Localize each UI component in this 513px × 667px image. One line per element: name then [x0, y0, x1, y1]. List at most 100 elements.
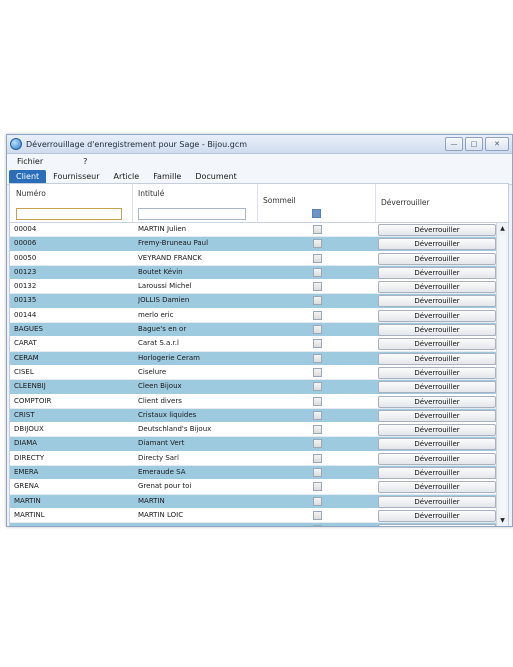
table-row[interactable]: MARTINL MARTIN LOIC Déverrouiller	[10, 508, 496, 524]
scroll-down-icon[interactable]: ▼	[498, 516, 507, 525]
sommeil-checkbox[interactable]	[313, 225, 322, 234]
row-numero: CISEL	[14, 367, 34, 376]
maximize-button[interactable]: □	[465, 137, 483, 151]
deverrouiller-button[interactable]: Déverrouiller	[378, 467, 496, 480]
menu-fichier[interactable]: Fichier	[17, 157, 43, 166]
deverrouiller-button[interactable]: Déverrouiller	[378, 452, 496, 465]
deverrouiller-button[interactable]: Déverrouiller	[378, 409, 496, 422]
table-row[interactable]: 00006 Fremy-Bruneau Paul Déverrouiller	[10, 237, 496, 252]
tab-famille[interactable]: Famille	[146, 170, 188, 184]
deverrouiller-button[interactable]: Déverrouiller	[378, 295, 496, 308]
header-intitule: Intitulé	[132, 184, 258, 222]
table-row[interactable]: CERAM Horlogerie Ceram Déverrouiller	[10, 351, 496, 366]
deverrouiller-button[interactable]: Déverrouiller	[378, 509, 496, 522]
deverrouiller-button[interactable]: Déverrouiller	[378, 352, 496, 365]
table-row[interactable]: CRIST Cristaux liquides Déverrouiller	[10, 408, 496, 424]
row-intitule: Laroussi Michel	[138, 282, 192, 291]
row-intitule: Emeraude SA	[138, 468, 186, 477]
sommeil-checkbox[interactable]	[313, 410, 322, 420]
sommeil-checkbox[interactable]	[313, 396, 322, 406]
deverrouiller-button[interactable]: Déverrouiller	[378, 281, 496, 294]
row-numero: MARTIN	[14, 496, 41, 505]
scroll-up-icon[interactable]: ▲	[498, 224, 507, 233]
deverrouiller-button[interactable]: Déverrouiller	[378, 366, 496, 379]
window-title: Déverrouillage d'enregistrement pour Sag…	[26, 139, 248, 149]
sommeil-checkbox[interactable]	[313, 496, 322, 506]
sommeil-checkbox[interactable]	[313, 353, 322, 363]
sommeil-checkbox[interactable]	[313, 382, 322, 392]
table-row[interactable]: CARAT Carat S.a.r.l Déverrouiller	[10, 337, 496, 352]
table-row[interactable]: DBIJOUX Deutschland's Bijoux Déverrouiller	[10, 423, 496, 438]
vertical-scrollbar[interactable]: ▲ ▼	[496, 223, 508, 526]
table-row[interactable]: BAGUES Bague's en or Déverrouiller	[10, 323, 496, 338]
row-numero: BAGUES	[14, 325, 43, 334]
numero-filter-input[interactable]	[16, 208, 122, 220]
deverrouiller-button[interactable]: Déverrouiller	[378, 395, 496, 408]
sommeil-checkbox[interactable]	[313, 425, 322, 435]
sommeil-checkbox[interactable]	[313, 253, 322, 263]
table-row[interactable]: 00050 VEYRAND FRANCK Déverrouiller	[10, 251, 496, 266]
sommeil-checkbox[interactable]	[313, 482, 322, 492]
sommeil-checkbox[interactable]	[313, 468, 322, 478]
table-row[interactable]: 00135 JOLLIS Damien Déverrouiller	[10, 294, 496, 309]
tab-article[interactable]: Article	[107, 170, 147, 184]
table-row[interactable]: DIRECTY Directy Sarl Déverrouiller	[10, 451, 496, 467]
table-row[interactable]: 00123 Boutet Kévin Déverrouiller	[10, 265, 496, 281]
sommeil-checkbox[interactable]	[313, 439, 322, 449]
sommeil-checkbox[interactable]	[313, 239, 322, 249]
table-row[interactable]: 00132 Laroussi Michel Déverrouiller	[10, 280, 496, 295]
sommeil-checkbox[interactable]	[313, 325, 322, 335]
row-numero: GRENA	[14, 482, 39, 491]
table-row[interactable]: 00144 merlo eric Déverrouiller	[10, 308, 496, 324]
deverrouiller-button[interactable]: Déverrouiller	[378, 481, 496, 494]
header-deverrouiller: Déverrouiller	[375, 184, 508, 222]
intitule-filter-input[interactable]	[138, 208, 246, 220]
table-row[interactable]: DIAMA Diamant Vert Déverrouiller	[10, 437, 496, 452]
tab-client[interactable]: Client	[9, 170, 47, 184]
sommeil-checkbox[interactable]	[313, 310, 322, 320]
sommeil-checkbox[interactable]	[313, 339, 322, 349]
deverrouiller-button[interactable]: Déverrouiller	[378, 224, 496, 236]
tab-document[interactable]: Document	[188, 170, 243, 184]
sommeil-filter-checkbox[interactable]	[312, 209, 321, 218]
sommeil-checkbox[interactable]	[313, 525, 322, 526]
table-row[interactable]: 00004 MARTIN Julien Déverrouiller	[10, 223, 496, 238]
deverrouiller-button[interactable]: Déverrouiller	[378, 424, 496, 437]
table-row[interactable]: MARTIN MARTIN Déverrouiller	[10, 494, 496, 509]
table-row[interactable]: COMPTOIR Client divers Déverrouiller	[10, 394, 496, 409]
row-intitule: VEYRAND FRANCK	[138, 253, 202, 262]
minimize-button[interactable]: —	[445, 137, 463, 151]
deverrouiller-button[interactable]: Déverrouiller	[378, 324, 496, 337]
minimize-icon: —	[450, 140, 458, 148]
row-numero: 00132	[14, 282, 37, 291]
row-numero: DIAMA	[14, 439, 38, 448]
deverrouiller-button[interactable]: Déverrouiller	[378, 238, 496, 251]
deverrouiller-button[interactable]: Déverrouiller	[378, 266, 496, 279]
deverrouiller-button[interactable]: Déverrouiller	[378, 309, 496, 322]
row-intitule: Cleen Bijoux	[138, 382, 182, 391]
menu-help[interactable]: ?	[83, 157, 87, 166]
window-controls: — □ ✕	[445, 137, 509, 151]
table-row[interactable]: CLEENBIJ Cleen Bijoux Déverrouiller	[10, 380, 496, 395]
tab-fournisseur[interactable]: Fournisseur	[46, 170, 106, 184]
deverrouiller-button[interactable]: Déverrouiller	[378, 252, 496, 265]
table-row[interactable]: GRENA Grenat pour toi Déverrouiller	[10, 480, 496, 495]
deverrouiller-button[interactable]: Déverrouiller	[378, 338, 496, 351]
deverrouiller-button[interactable]: Déverrouiller	[378, 524, 496, 526]
table-row[interactable]: EMERA Emeraude SA Déverrouiller	[10, 466, 496, 481]
deverrouiller-button[interactable]: Déverrouiller	[378, 438, 496, 451]
deverrouiller-button[interactable]: Déverrouiller	[378, 381, 496, 394]
sommeil-checkbox[interactable]	[313, 367, 322, 377]
sommeil-checkbox[interactable]	[313, 296, 322, 306]
close-button[interactable]: ✕	[485, 137, 509, 151]
sommeil-checkbox[interactable]	[313, 282, 322, 292]
sommeil-checkbox[interactable]	[313, 453, 322, 463]
sommeil-checkbox[interactable]	[313, 267, 322, 277]
scroll-thumb[interactable]	[499, 235, 506, 515]
deverrouiller-button[interactable]: Déverrouiller	[378, 495, 496, 508]
table-row[interactable]: MEMETEAU MEMETEAU Déverrouiller	[10, 523, 496, 526]
row-numero: COMPTOIR	[14, 396, 52, 405]
table-row[interactable]: CISEL Ciselure Déverrouiller	[10, 365, 496, 381]
row-intitule: Client divers	[138, 396, 182, 405]
sommeil-checkbox[interactable]	[313, 510, 322, 520]
